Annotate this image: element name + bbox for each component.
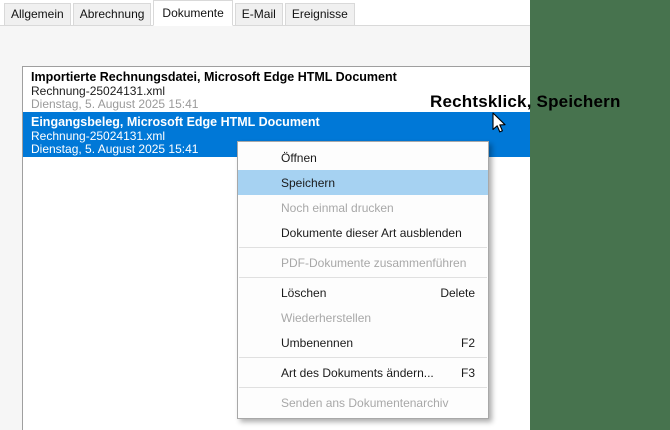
mouse-cursor-icon: [491, 112, 507, 139]
annotation-rechtsklick-speichern: Rechtsklick, Speichern: [430, 92, 621, 111]
tab-abrechnung[interactable]: Abrechnung: [72, 3, 152, 26]
menu-item-shortcut: F3: [460, 365, 475, 380]
tab-email[interactable]: E-Mail: [234, 3, 283, 26]
menu-item-label: PDF-Dokumente zusammenführen: [281, 255, 467, 270]
menu-item-senden-ans-dokumentenarchiv: Senden ans Dokumentenarchiv: [238, 390, 488, 415]
tab-strip: Allgemein Abrechnung Dokumente E-Mail Er…: [0, 0, 530, 26]
menu-item-label: Dokumente dieser Art ausblenden: [281, 225, 462, 240]
menu-item-dokumente-dieser-art-ausblenden[interactable]: Dokumente dieser Art ausblenden: [238, 220, 488, 245]
menu-item-shortcut: F2: [460, 335, 475, 350]
menu-item-label: Wiederherstellen: [281, 310, 372, 325]
menu-item-label: Art des Dokuments ändern...: [281, 365, 434, 380]
menu-item-oeffnen[interactable]: Öffnen: [238, 145, 488, 170]
menu-separator: [239, 277, 487, 278]
tab-ereignisse[interactable]: Ereignisse: [284, 3, 355, 26]
menu-separator: [239, 387, 487, 388]
context-menu: Öffnen Speichern Noch einmal drucken Dok…: [237, 141, 489, 419]
menu-item-pdf-dokumente-zusammenfuehren: PDF-Dokumente zusammenführen: [238, 250, 488, 275]
document-title: Importierte Rechnungsdatei, Microsoft Ed…: [31, 70, 397, 84]
tab-dokumente[interactable]: Dokumente: [153, 0, 233, 26]
screenshot-stage: Allgemein Abrechnung Dokumente E-Mail Er…: [0, 0, 670, 430]
menu-item-label: Öffnen: [281, 150, 317, 165]
menu-item-label: Löschen: [281, 285, 327, 300]
menu-item-loeschen[interactable]: Löschen Delete: [238, 280, 488, 305]
menu-item-label: Senden ans Dokumentenarchiv: [281, 395, 449, 410]
tab-allgemein[interactable]: Allgemein: [4, 3, 71, 26]
menu-item-label: Noch einmal drucken: [281, 200, 394, 215]
menu-item-speichern[interactable]: Speichern: [238, 170, 488, 195]
menu-item-wiederherstellen: Wiederherstellen: [238, 305, 488, 330]
menu-separator: [239, 357, 487, 358]
menu-item-shortcut: Delete: [440, 285, 475, 300]
menu-item-label: Umbenennen: [281, 335, 354, 350]
menu-item-noch-einmal-drucken: Noch einmal drucken: [238, 195, 488, 220]
menu-item-label: Speichern: [281, 175, 336, 190]
menu-separator: [239, 247, 487, 248]
menu-item-umbenennen[interactable]: Umbenennen F2: [238, 330, 488, 355]
document-title: Eingangsbeleg, Microsoft Edge HTML Docum…: [31, 115, 320, 129]
menu-item-art-des-dokuments-aendern[interactable]: Art des Dokuments ändern... F3: [238, 360, 488, 385]
